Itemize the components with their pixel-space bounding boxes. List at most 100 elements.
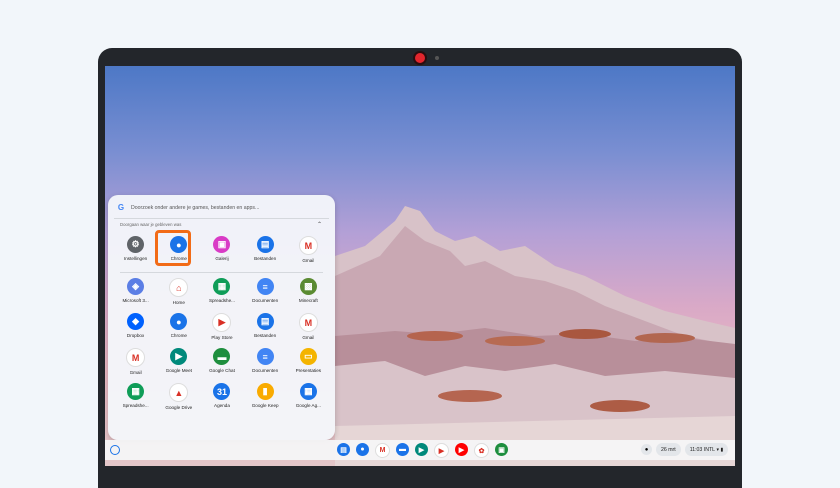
app-label: Instellingen [123,256,148,261]
app-label: Spreadshe... [208,298,235,303]
meet-icon: ▶ [170,348,188,365]
app-label: Minecraft [298,298,318,303]
docs-icon: ≡ [256,278,274,295]
app-tile[interactable]: M Gmail [287,313,330,340]
sheets-icon: ▦ [213,278,231,295]
shelf-pinned-apps: ▤ ● M ▬ ▶ ▶ ▶ ✿ ▣ [334,443,511,458]
app-tile[interactable]: M Gmail [287,236,330,263]
app-tile[interactable]: ▦ Spreadshe... [114,383,157,410]
app-tile[interactable]: M Gmail [114,348,157,375]
app-tile[interactable]: ◆ Dropbox [114,313,157,340]
app-tile[interactable]: ▤ Bestanden [244,236,287,263]
apps-row: ◆ Dropbox ● Chrome ▶ Play Store ▤ Bestanden M Gma… [114,313,330,340]
chrome-icon: ● [170,313,188,330]
docs-icon: ≡ [256,348,274,365]
launcher-button[interactable] [110,445,120,455]
chat-icon: ▬ [213,348,231,365]
shelf-chrome-icon[interactable]: ● [356,443,369,456]
gmail-icon: M [126,348,146,367]
settings-icon: ⚙ [127,236,145,253]
camera-sensor [435,56,439,60]
drive-icon: ▲ [169,383,189,402]
app-label: Gmail [302,335,315,340]
app-label: Bestanden [254,256,277,261]
collapse-chevron-icon[interactable]: ⌃ [317,221,322,228]
app-label: Microsoft 3... [122,298,149,303]
app-tile[interactable]: ● Chrome [157,313,200,340]
app-label: Presentaties [295,368,322,373]
app-tile[interactable]: ▬ Google Chat [200,348,243,375]
app-tile[interactable]: ⌂ Home [157,278,200,305]
launcher-search-input[interactable]: Doorzoek onder andere je games, bestande… [131,205,259,211]
app-tile[interactable]: ▲ Google Drive [157,383,200,410]
shelf-youtube-icon[interactable]: ▶ [455,443,468,456]
webcam [415,53,425,63]
app-tile[interactable]: ≡ Documenten [244,278,287,305]
app-tile[interactable]: ▶ Google Meet [157,348,200,375]
app-tile[interactable]: ▭ Presentaties [287,348,330,375]
sheets-icon: ▦ [127,383,145,400]
app-label: Gmail [302,258,315,263]
files-icon: ▤ [256,236,274,253]
app-tile[interactable]: ▣ Galerij [200,236,243,263]
slides-icon: ▭ [299,348,317,365]
keyboard-layout-label: INTL [703,446,716,453]
app-label: Documenten [252,368,279,373]
gmail-icon: M [298,313,318,332]
status-area[interactable]: ● 26 mrt 11:03 INTL ▾ ▮ [641,443,729,456]
gmail-icon: M [298,236,318,255]
app-label: Gmail [129,370,142,375]
app-tile[interactable]: ▩ Minecraft [287,278,330,305]
app-label: Agenda [214,403,230,408]
app-label: Google Meet [165,368,192,373]
microsoft-365-icon: ◈ [127,278,145,295]
app-tile[interactable]: ▦ Spreadshe... [200,278,243,305]
app-tile[interactable]: ▤ Bestanden [244,313,287,340]
app-tile[interactable]: ▮ Google Keep [244,383,287,410]
apps-row: ▦ Spreadshe... ▲ Google Drive 31 Agenda ▮ Googl… [114,383,330,410]
keep-icon: ▮ [256,383,274,400]
shelf-messages-icon[interactable]: ▬ [396,443,409,456]
home-icon: ⌂ [169,278,189,297]
app-label: Home [172,300,185,305]
battery-icon: ▮ [720,446,724,453]
shelf-meet-icon[interactable]: ▶ [415,443,428,456]
date-pill[interactable]: 26 mrt [656,443,681,456]
apps-row: ◈ Microsoft 3... ⌂ Home ▦ Spreadshe... ≡ Docume… [114,278,330,305]
shelf-photos-icon[interactable]: ✿ [474,443,489,458]
app-label: Google Chat [209,368,235,373]
app-tile[interactable]: ⚙ Instellingen [114,236,157,263]
clock-label: 11:03 [689,446,703,453]
app-tile[interactable]: ≡ Documenten [244,348,287,375]
wifi-icon: ▾ [716,446,720,453]
section-divider [120,272,323,273]
calendar-icon: 31 [213,383,231,400]
apps-row: M Gmail ▶ Google Meet ▬ Google Chat ≡ Documente… [114,348,330,375]
app-label: Dropbox [126,333,145,338]
app-tile[interactable]: ▶ Play Store [200,313,243,340]
notification-icon[interactable]: ● [641,444,652,455]
shelf-play-store-icon[interactable]: ▶ [434,443,449,458]
chrome-highlight-frame [155,230,191,266]
app-tile[interactable]: 31 Agenda [200,383,243,410]
app-tile[interactable]: ▦ Google Ag... [287,383,330,410]
date-label: 26 mrt [661,446,676,453]
app-label: Spreadshe... [122,403,149,408]
search-divider [114,218,329,219]
gallery-icon: ▣ [213,236,231,253]
app-label: Google Drive [165,405,193,410]
app-label: Bestanden [254,333,277,338]
continue-row: ⚙ Instellingen ● Chrome ▣ Galerij ▤ Bestanden M G… [114,236,330,263]
play-store-icon: ▶ [212,313,232,332]
files-icon: ▤ [256,313,274,330]
shelf-files-icon[interactable]: ▤ [337,443,350,456]
google-g-icon: G [117,203,125,212]
shelf-classroom-icon[interactable]: ▣ [495,443,508,456]
launcher-search-box[interactable]: G Doorzoek onder andere je games, bestan… [114,200,329,216]
app-label: Google Keep [251,403,279,408]
shelf-gmail-icon[interactable]: M [375,443,390,458]
app-tile[interactable]: ◈ Microsoft 3... [114,278,157,305]
system-tray[interactable]: 11:03 INTL ▾ ▮ [684,443,729,456]
minecraft-icon: ▩ [299,278,317,295]
app-launcher: G Doorzoek onder andere je games, bestan… [108,195,335,440]
